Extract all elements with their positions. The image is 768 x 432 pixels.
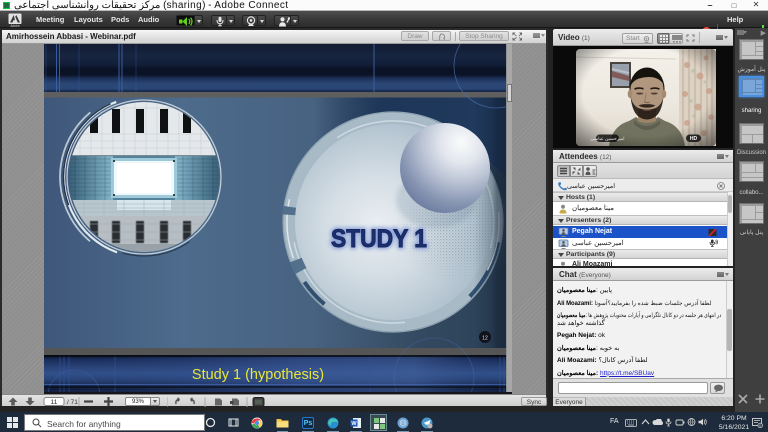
svg-text:Study 1 (hypothesis): Study 1 (hypothesis) <box>192 367 324 383</box>
svg-text:12: 12 <box>482 336 488 342</box>
svg-text:/ 71: / 71 <box>67 399 78 406</box>
svg-text:W: W <box>351 421 357 427</box>
svg-text:Adobe: Adobe <box>10 24 19 27</box>
svg-text:11: 11 <box>51 399 58 406</box>
svg-text:S: S <box>759 423 762 428</box>
svg-text:HD: HD <box>690 136 698 142</box>
svg-text:STUDY 1: STUDY 1 <box>331 225 427 253</box>
